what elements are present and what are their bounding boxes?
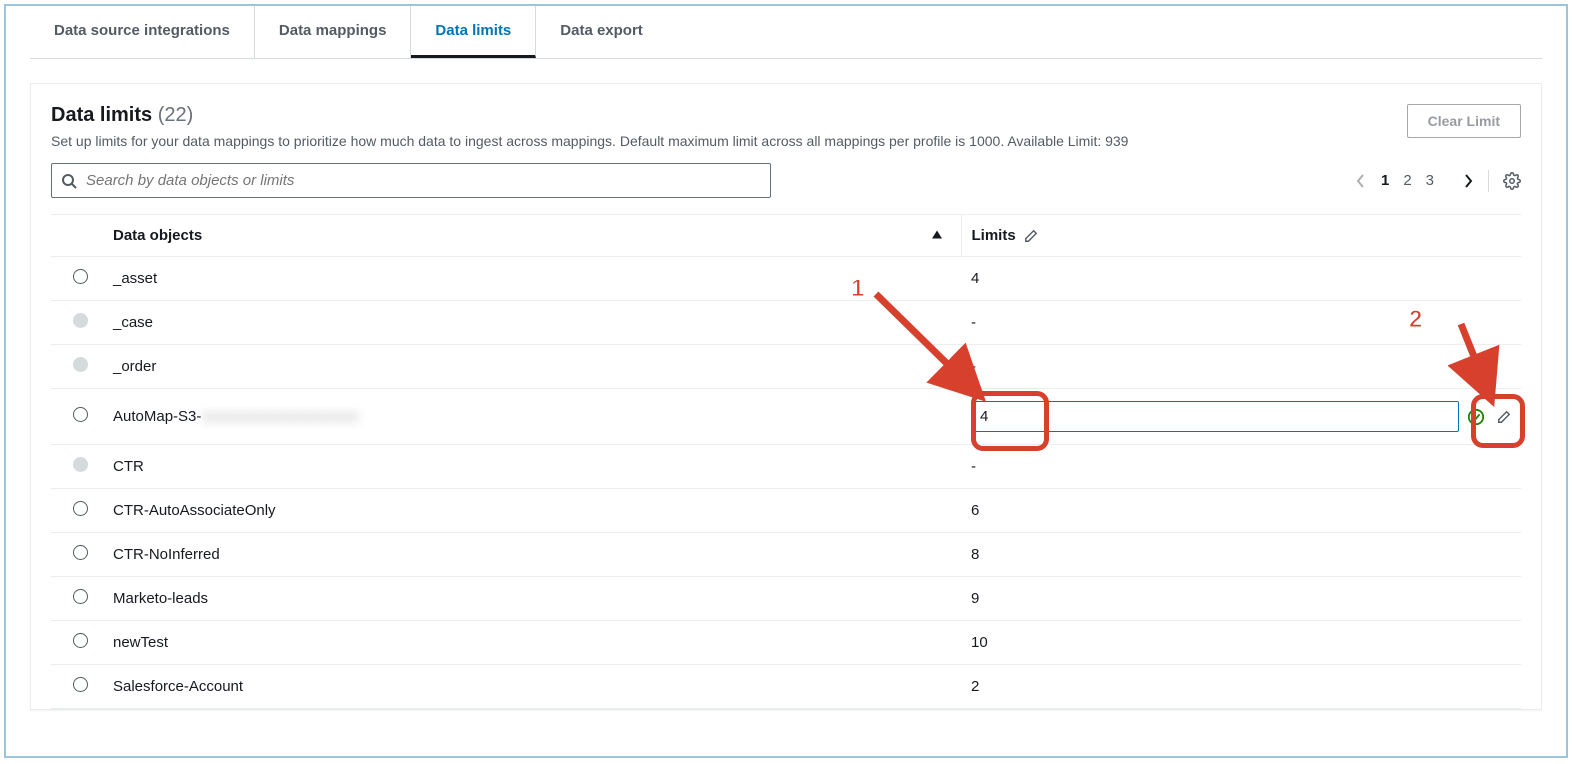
data-object-name: CTR-NoInferred (103, 533, 961, 577)
tab-data-source-integrations[interactable]: Data source integrations (30, 6, 255, 58)
sort-asc-icon (931, 227, 943, 244)
data-object-name: _asset (103, 257, 961, 301)
col-data-objects[interactable]: Data objects (103, 215, 961, 257)
table-row: AutoMap-S3-xxxxxxxxxxxxxxxxxxxxx (51, 389, 1521, 445)
page-prev-icon[interactable] (1355, 172, 1367, 190)
row-radio[interactable] (73, 501, 88, 516)
edit-pencil-icon[interactable] (1497, 410, 1511, 424)
data-object-name: AutoMap-S3-xxxxxxxxxxxxxxxxxxxxx (103, 389, 961, 445)
table-row: CTR- (51, 445, 1521, 489)
pagination: 123 (1355, 170, 1521, 192)
search-icon (61, 173, 77, 189)
page-2[interactable]: 2 (1403, 172, 1411, 189)
row-radio[interactable] (73, 677, 88, 692)
tab-data-mappings[interactable]: Data mappings (255, 6, 412, 58)
table-row: Marketo-leads9 (51, 577, 1521, 621)
data-object-name: _case (103, 301, 961, 345)
panel-description: Set up limits for your data mappings to … (51, 133, 1128, 149)
limit-input[interactable] (971, 401, 1459, 432)
table-row: _order- (51, 345, 1521, 389)
page-3[interactable]: 3 (1426, 172, 1434, 189)
page-next-icon[interactable] (1462, 172, 1474, 190)
data-limits-table: Data objects Limits _asset4_case-_order-… (51, 214, 1521, 709)
panel-title: Data limits (51, 104, 152, 126)
limit-value: - (961, 345, 1521, 389)
clear-limit-button[interactable]: Clear Limit (1407, 104, 1521, 138)
table-row: _case- (51, 301, 1521, 345)
limit-value: - (961, 445, 1521, 489)
limit-value: 10 (961, 621, 1521, 665)
table-row: Salesforce-Account2 (51, 665, 1521, 709)
limit-value: 9 (961, 577, 1521, 621)
gear-icon[interactable] (1503, 172, 1521, 190)
row-radio (73, 357, 88, 372)
data-object-name: Salesforce-Account (103, 665, 961, 709)
row-radio[interactable] (73, 269, 88, 284)
row-radio (73, 457, 88, 472)
limit-value: - (961, 301, 1521, 345)
limit-value: 4 (961, 257, 1521, 301)
tab-data-export[interactable]: Data export (536, 6, 667, 58)
col-limits[interactable]: Limits (961, 215, 1521, 257)
data-object-name: CTR (103, 445, 961, 489)
table-row: CTR-AutoAssociateOnly6 (51, 489, 1521, 533)
row-radio (73, 313, 88, 328)
table-row: CTR-NoInferred8 (51, 533, 1521, 577)
table-row: _asset4 (51, 257, 1521, 301)
confirm-check-icon[interactable] (1467, 408, 1485, 426)
row-radio[interactable] (73, 545, 88, 560)
page-1[interactable]: 1 (1381, 172, 1389, 189)
search-input[interactable] (51, 163, 771, 198)
row-radio[interactable] (73, 589, 88, 604)
table-row: newTest10 (51, 621, 1521, 665)
limit-value: 8 (961, 533, 1521, 577)
data-object-name: newTest (103, 621, 961, 665)
limit-value: 2 (961, 665, 1521, 709)
tab-data-limits[interactable]: Data limits (411, 6, 536, 58)
data-object-name: _order (103, 345, 961, 389)
edit-pencil-icon[interactable] (1024, 229, 1038, 243)
panel-item-count: (22) (158, 104, 194, 126)
limit-value: 6 (961, 489, 1521, 533)
tabs-bar: Data source integrationsData mappingsDat… (6, 6, 1566, 58)
data-object-name: Marketo-leads (103, 577, 961, 621)
data-object-name: CTR-AutoAssociateOnly (103, 489, 961, 533)
row-radio[interactable] (73, 407, 88, 422)
data-limits-panel: Data limits (22) Set up limits for your … (30, 83, 1542, 710)
row-radio[interactable] (73, 633, 88, 648)
